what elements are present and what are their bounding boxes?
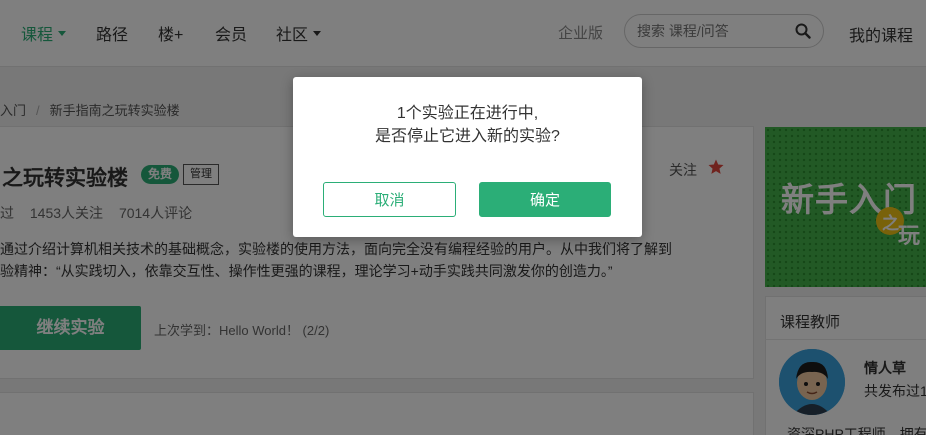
confirm-button[interactable]: 确定 [479,182,611,217]
confirm-dialog: 1个实验正在进行中, 是否停止它进入新的实验? 取消 确定 [293,77,642,237]
cancel-button[interactable]: 取消 [323,182,456,217]
dialog-message-line: 1个实验正在进行中, [396,105,539,122]
dialog-message-line: 是否停止它进入新的实验? [375,128,560,145]
dialog-message: 1个实验正在进行中, 是否停止它进入新的实验? [293,102,642,148]
